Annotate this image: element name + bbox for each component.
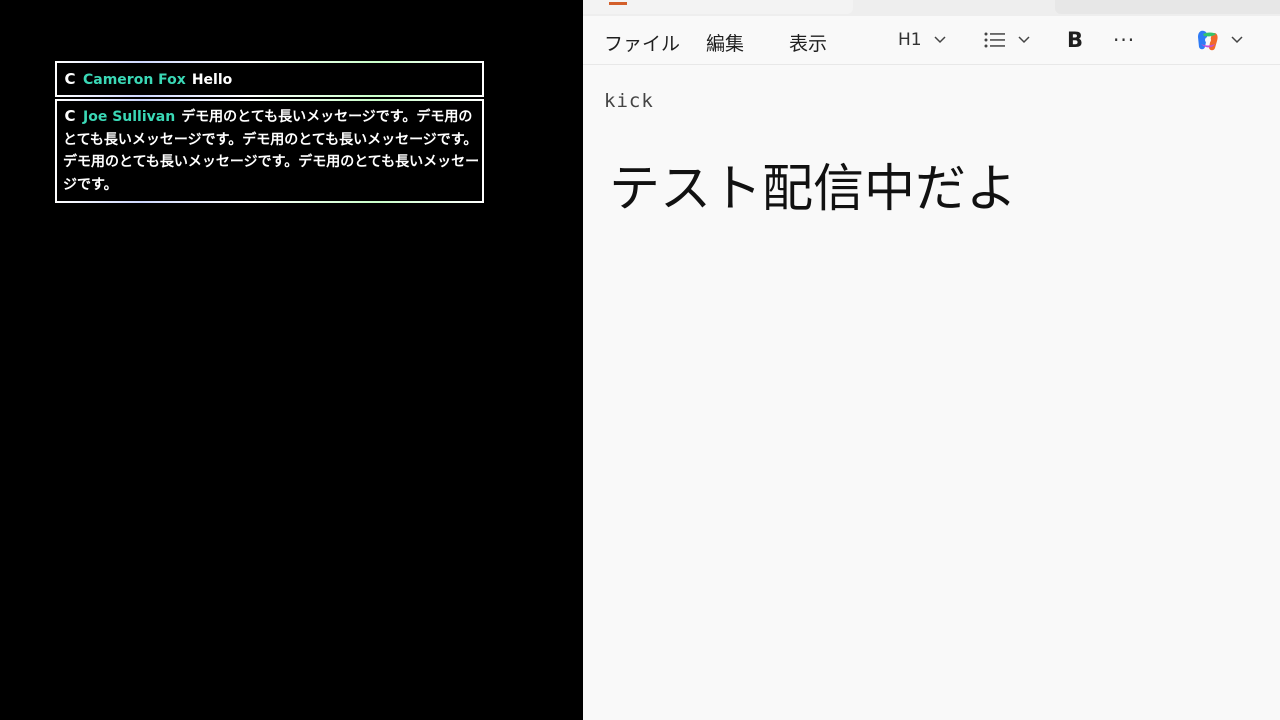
copilot-icon bbox=[1198, 30, 1218, 51]
chat-username: Joe Sullivan bbox=[83, 109, 176, 125]
chat-message-text: Hello bbox=[191, 72, 233, 88]
tab-active[interactable] bbox=[583, 0, 853, 14]
tab-accent-icon bbox=[609, 2, 627, 5]
chevron-down-icon bbox=[1231, 36, 1243, 44]
menu-edit[interactable]: 編集 bbox=[706, 29, 744, 56]
chat-username: Cameron Fox bbox=[83, 72, 186, 88]
more-button[interactable]: ··· bbox=[1113, 26, 1135, 54]
editor-heading-line: テスト配信中だよ bbox=[609, 160, 1018, 219]
tab-bar bbox=[583, 0, 1280, 16]
notepad-window: ファイル 編集 表示 H1 B ··· kick テスト配信中だよ bbox=[583, 0, 1280, 720]
chat-message: C Cameron Fox Hello bbox=[55, 61, 484, 97]
tab-inactive[interactable] bbox=[1055, 0, 1280, 14]
editor-text-line: kick bbox=[604, 90, 654, 112]
menu-bar: ファイル 編集 表示 H1 B ··· bbox=[583, 16, 1280, 65]
bold-label: B bbox=[1067, 28, 1084, 52]
kick-logo-icon: C bbox=[64, 107, 76, 125]
menu-file[interactable]: ファイル bbox=[604, 29, 680, 56]
chat-overlay: C Cameron Fox Hello C Joe Sullivan デモ用のとても長い… bbox=[0, 0, 583, 720]
more-icon: ··· bbox=[1113, 28, 1136, 52]
chevron-down-icon bbox=[1018, 36, 1030, 44]
menu-view[interactable]: 表示 bbox=[789, 29, 827, 56]
bold-button[interactable]: B bbox=[1067, 26, 1083, 54]
editor-area[interactable]: kick テスト配信中だよ bbox=[583, 65, 1280, 720]
chevron-down-icon bbox=[934, 36, 946, 44]
list-icon bbox=[984, 32, 1005, 48]
chat-message: C Joe Sullivan デモ用のとても長いメッセージです。デモ用のとても長いメ… bbox=[55, 99, 484, 203]
kick-logo-icon: C bbox=[64, 70, 76, 88]
list-dropdown[interactable] bbox=[984, 26, 1030, 54]
heading-dropdown[interactable]: H1 bbox=[898, 26, 946, 54]
copilot-button[interactable] bbox=[1195, 26, 1243, 54]
heading-label: H1 bbox=[898, 30, 922, 50]
